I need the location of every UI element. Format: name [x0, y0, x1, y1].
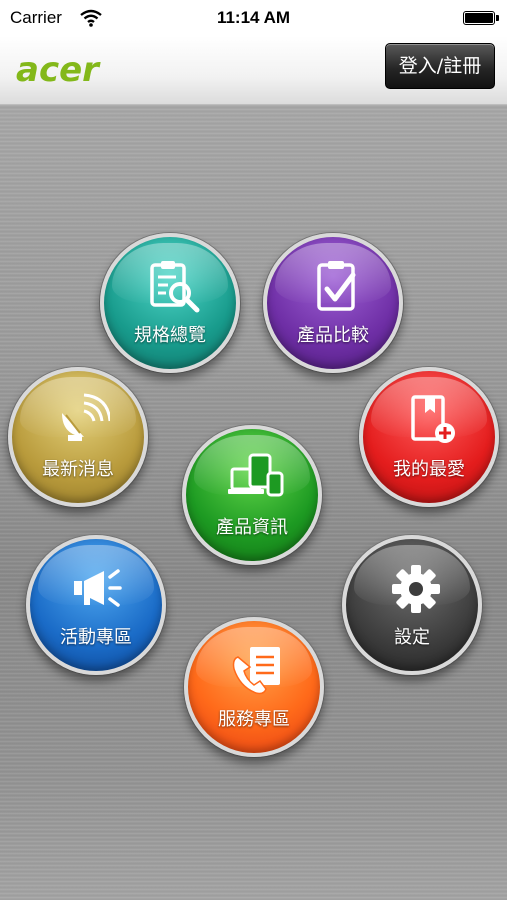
devices-icon — [228, 453, 284, 497]
phone-document-icon — [232, 647, 280, 695]
svg-text:acer: acer — [16, 50, 101, 90]
events-label: 活動專區 — [60, 627, 132, 648]
settings-label: 設定 — [394, 627, 430, 648]
main-menu: 規格總覽 產品比較 最新消息 我的最愛 產品資訊 活動專區 設定 服務專區 — [0, 105, 507, 900]
latest-news-button[interactable]: 最新消息 — [8, 367, 148, 507]
events-button[interactable]: 活動專區 — [26, 535, 166, 675]
product-info-label: 產品資訊 — [216, 517, 288, 538]
status-time: 11:14 AM — [216, 8, 291, 27]
status-bar: Carrier 11:14 AM — [0, 0, 507, 36]
clipboard-search-icon — [150, 261, 200, 313]
megaphone-icon — [74, 569, 122, 607]
product-compare-label: 產品比較 — [297, 325, 369, 346]
clipboard-check-icon — [317, 261, 356, 311]
gear-icon — [392, 565, 440, 613]
my-favorites-label: 我的最愛 — [393, 459, 465, 480]
product-compare-button[interactable]: 產品比較 — [263, 233, 403, 373]
battery-icon — [463, 11, 495, 25]
settings-button[interactable]: 設定 — [342, 535, 482, 675]
latest-news-label: 最新消息 — [42, 459, 114, 480]
acer-logo: acer — [16, 50, 101, 90]
spec-overview-button[interactable]: 規格總覽 — [100, 233, 240, 373]
satellite-dish-icon — [62, 393, 110, 441]
service-label: 服務專區 — [218, 709, 290, 730]
app-header: acer 登入/註冊 — [0, 36, 507, 105]
login-register-button[interactable]: 登入/註冊 — [385, 43, 495, 89]
battery-tip — [496, 15, 499, 21]
product-info-button[interactable]: 產品資訊 — [182, 425, 322, 565]
spec-overview-label: 規格總覽 — [134, 325, 206, 346]
service-button[interactable]: 服務專區 — [184, 617, 324, 757]
my-favorites-button[interactable]: 我的最愛 — [359, 367, 499, 507]
book-plus-icon — [411, 395, 455, 443]
